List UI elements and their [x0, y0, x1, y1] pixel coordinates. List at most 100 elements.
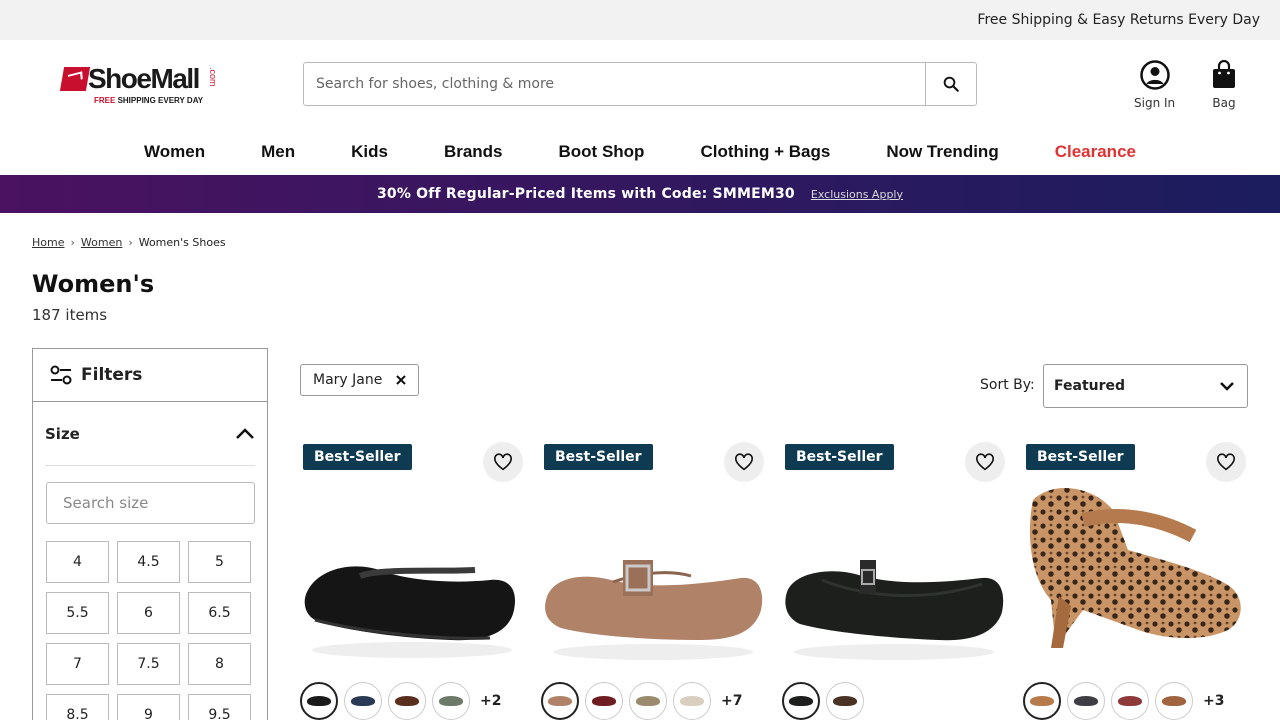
top-announcement-bar: Free Shipping & Easy Returns Every Day	[0, 0, 1280, 40]
chevron-up-icon	[236, 427, 254, 439]
product-card[interactable]: Best-Seller	[782, 440, 1007, 720]
size-option[interactable]: 7	[46, 643, 109, 685]
best-seller-badge: Best-Seller	[544, 444, 653, 470]
product-card[interactable]: Best-Seller +3	[1023, 440, 1248, 720]
heart-icon	[976, 453, 994, 471]
sign-in-button[interactable]: Sign In	[1134, 60, 1175, 110]
size-option[interactable]: 4	[46, 541, 109, 583]
search-icon	[943, 76, 959, 92]
best-seller-badge: Best-Seller	[303, 444, 412, 470]
color-swatches	[782, 682, 874, 720]
shoemall-logo[interactable]: ShoeMall .com FREE SHIPPING EVERY DAY	[59, 62, 222, 110]
color-swatch[interactable]	[432, 682, 470, 720]
color-swatch[interactable]	[673, 682, 711, 720]
size-options: 4 4.5 5 5.5 6 6.5 7 7.5 8 8.5 9 9.5	[46, 541, 267, 720]
breadcrumb-home[interactable]: Home	[32, 236, 64, 249]
size-option[interactable]: 8	[188, 643, 251, 685]
nav-boot-shop[interactable]: Boot Shop	[531, 142, 673, 162]
product-image[interactable]	[1023, 480, 1248, 680]
active-filter-chip[interactable]: Mary Jane	[300, 364, 420, 396]
more-colors-count[interactable]: +2	[480, 693, 501, 709]
logo-mark-icon	[59, 67, 91, 91]
promo-text: 30% Off Regular-Priced Items with Code: …	[376, 186, 795, 202]
site-header: ShoeMall .com FREE SHIPPING EVERY DAY Si…	[0, 40, 1280, 128]
search-button[interactable]	[925, 63, 976, 105]
nav-men[interactable]: Men	[233, 142, 323, 162]
sign-in-label: Sign In	[1134, 96, 1176, 110]
heart-icon	[735, 453, 753, 471]
breadcrumb-women[interactable]: Women	[81, 236, 122, 249]
size-search-box	[46, 482, 255, 524]
item-count: 187 items	[32, 306, 108, 324]
color-swatches: +7	[541, 682, 742, 720]
bag-button[interactable]: Bag	[1211, 60, 1237, 110]
size-option[interactable]: 6.5	[188, 592, 251, 634]
nav-kids[interactable]: Kids	[323, 142, 416, 162]
bag-label: Bag	[1212, 96, 1236, 110]
page-title: Women's	[32, 270, 155, 298]
product-image[interactable]	[541, 480, 766, 680]
color-swatch[interactable]	[300, 682, 338, 720]
size-option[interactable]: 7.5	[117, 643, 180, 685]
close-icon[interactable]	[396, 375, 407, 385]
filters-header: Filters	[33, 349, 267, 402]
size-option[interactable]: 8.5	[46, 694, 109, 720]
color-swatch[interactable]	[1111, 682, 1149, 720]
logo-com: .com	[208, 67, 218, 87]
nav-now-trending[interactable]: Now Trending	[858, 142, 1026, 162]
favorite-button[interactable]	[483, 442, 523, 482]
color-swatch[interactable]	[1023, 682, 1061, 720]
color-swatch[interactable]	[782, 682, 820, 720]
favorite-button[interactable]	[724, 442, 764, 482]
size-filter-toggle[interactable]: Size	[45, 402, 255, 466]
product-card[interactable]: Best-Seller +7	[541, 440, 766, 720]
color-swatch[interactable]	[826, 682, 864, 720]
size-option[interactable]: 5.5	[46, 592, 109, 634]
sort-dropdown[interactable]: Featured	[1043, 364, 1248, 408]
size-filter-title: Size	[45, 424, 80, 443]
nav-women[interactable]: Women	[116, 142, 233, 162]
nav-brands[interactable]: Brands	[416, 142, 531, 162]
favorite-button[interactable]	[1206, 442, 1246, 482]
product-card[interactable]: Best-Seller +2	[300, 440, 525, 720]
active-filter-label: Mary Jane	[313, 372, 383, 388]
nav-clothing-bags[interactable]: Clothing + Bags	[672, 142, 858, 162]
heart-icon	[494, 453, 512, 471]
chevron-down-icon	[1220, 382, 1234, 391]
more-colors-count[interactable]: +3	[1203, 693, 1224, 709]
size-option[interactable]: 9	[117, 694, 180, 720]
heart-icon	[1217, 453, 1235, 471]
nav-clearance[interactable]: Clearance	[1027, 142, 1164, 162]
color-swatches: +2	[300, 682, 501, 720]
chevron-right-icon: ›	[128, 236, 133, 249]
product-image[interactable]	[782, 480, 1007, 680]
product-image[interactable]	[300, 480, 525, 680]
more-colors-count[interactable]: +7	[721, 693, 742, 709]
color-swatch[interactable]	[1155, 682, 1193, 720]
size-option[interactable]: 9.5	[188, 694, 251, 720]
color-swatch[interactable]	[629, 682, 667, 720]
search-input[interactable]	[304, 63, 925, 105]
size-option[interactable]: 4.5	[117, 541, 180, 583]
filters-title: Filters	[81, 365, 143, 385]
color-swatch[interactable]	[585, 682, 623, 720]
sort-label: Sort By:	[980, 377, 1035, 393]
promo-banner: 30% Off Regular-Priced Items with Code: …	[0, 175, 1280, 213]
best-seller-badge: Best-Seller	[785, 444, 894, 470]
size-option[interactable]: 6	[117, 592, 180, 634]
shopping-bag-icon	[1213, 60, 1235, 88]
logo-tagline: FREE SHIPPING EVERY DAY	[94, 96, 204, 105]
size-search-input[interactable]	[47, 494, 254, 512]
favorite-button[interactable]	[965, 442, 1005, 482]
account-icon	[1139, 60, 1170, 90]
color-swatch[interactable]	[344, 682, 382, 720]
logo-wordmark: ShoeMall	[88, 63, 200, 94]
color-swatch[interactable]	[541, 682, 579, 720]
breadcrumb: Home › Women › Women's Shoes	[32, 236, 226, 249]
size-option[interactable]: 5	[188, 541, 251, 583]
color-swatch[interactable]	[1067, 682, 1105, 720]
color-swatch[interactable]	[388, 682, 426, 720]
exclusions-link[interactable]: Exclusions Apply	[811, 188, 903, 201]
color-swatches: +3	[1023, 682, 1224, 720]
sort-value: Featured	[1054, 378, 1126, 394]
